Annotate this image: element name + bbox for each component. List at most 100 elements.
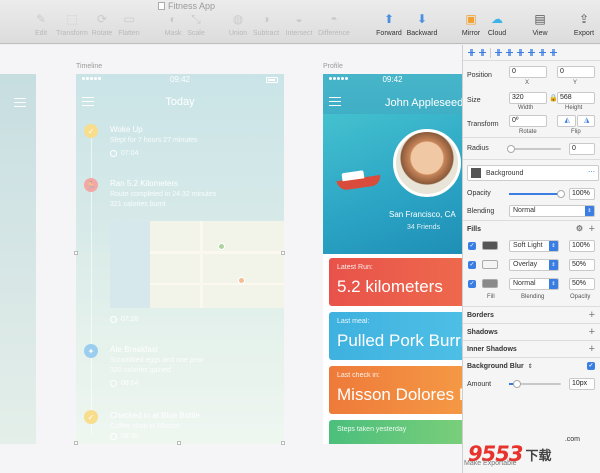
add-inner-shadow-icon[interactable]: + bbox=[589, 344, 595, 355]
toolbar-flatten-button[interactable]: ▭ Flatten bbox=[109, 12, 149, 37]
canvas[interactable]: Timeline 09:42 Today ✓ Woke Up Slept for… bbox=[0, 45, 462, 473]
make-exportable-label[interactable]: Make Exportable bbox=[464, 460, 517, 467]
stat-card-run[interactable]: Latest Run: 5.2 kilometers bbox=[329, 258, 462, 306]
selection-handle[interactable] bbox=[281, 441, 285, 445]
toolbar-button-label: Intersect bbox=[285, 30, 313, 37]
toolbar-backward-button[interactable]: ⬇ Backward bbox=[402, 12, 442, 37]
add-border-icon[interactable]: + bbox=[589, 310, 595, 321]
toolbar-scale-button[interactable]: ⤡ Scale bbox=[176, 12, 216, 38]
fill-opacity-field[interactable]: 100% bbox=[569, 240, 595, 252]
position-x-field[interactable]: 0 bbox=[509, 66, 547, 78]
distribute-vertical-icon[interactable] bbox=[478, 48, 487, 57]
blending-value: Normal bbox=[513, 207, 536, 214]
align-top-icon[interactable] bbox=[527, 48, 536, 57]
opacity-col-label: Opacity bbox=[570, 294, 591, 300]
align-middle-icon[interactable] bbox=[538, 48, 547, 57]
slider-knob[interactable] bbox=[557, 190, 565, 198]
toolbar-view-button[interactable]: ▤ View bbox=[520, 12, 560, 37]
inner-shadows-section-header[interactable]: Inner Shadows + bbox=[463, 340, 600, 357]
shared-style-select[interactable]: Background ⋯ bbox=[467, 165, 599, 181]
fill-enabled-checkbox[interactable]: ✓ bbox=[468, 280, 476, 288]
fills-section-header[interactable]: Fills ⚙ + bbox=[463, 220, 600, 237]
toolbar-button-label: Edit bbox=[34, 30, 48, 37]
rotate-sublabel: Rotate bbox=[519, 129, 537, 135]
background-blur-checkbox[interactable]: ✓ bbox=[587, 362, 595, 370]
blur-amount-field[interactable]: 10px bbox=[569, 378, 595, 390]
height-field[interactable]: 568 bbox=[557, 92, 595, 104]
union-icon: ◍ bbox=[232, 12, 244, 26]
chevron-updown-icon: ⇕ bbox=[549, 241, 558, 251]
fill-blend-select[interactable]: Normal ⇕ bbox=[509, 278, 559, 290]
fill-blend-select[interactable]: Overlay ⇕ bbox=[509, 259, 559, 271]
toolbar-cloud-button[interactable]: ☁ Cloud bbox=[477, 12, 517, 37]
inspector-panel: Position 0 0 X Y Size 320 🔒 568 Width He… bbox=[462, 45, 600, 473]
blending-label: Blending bbox=[467, 207, 495, 215]
chevron-updown-icon: ⇕ bbox=[549, 279, 558, 289]
blending-select[interactable]: Normal ⇕ bbox=[509, 205, 595, 217]
radius-field[interactable]: 0 bbox=[569, 143, 595, 155]
toolbar: Fitness App ✎ Edit ⬚ Transform ⟳ Rotate ▭ Flatt… bbox=[0, 0, 600, 44]
fills-column-labels: Fill Blending Opacity bbox=[463, 294, 600, 306]
document-icon bbox=[158, 2, 165, 10]
add-shadow-icon[interactable]: + bbox=[589, 327, 595, 338]
add-fill-icon[interactable]: + bbox=[589, 224, 595, 235]
position-y-field[interactable]: 0 bbox=[557, 66, 595, 78]
blur-amount-slider[interactable] bbox=[509, 380, 561, 388]
flip-vertical-icon[interactable]: ◮ bbox=[576, 115, 595, 127]
artboard-profile[interactable]: 09:42 John Appleseed San Francisco, CA 3… bbox=[323, 74, 462, 444]
style-menu-icon[interactable]: ⋯ bbox=[588, 168, 595, 176]
flip-horizontal-icon[interactable]: ◭ bbox=[557, 115, 576, 127]
fill-color-swatch[interactable] bbox=[482, 241, 498, 250]
slider-knob[interactable] bbox=[507, 145, 515, 153]
shadows-section-header[interactable]: Shadows + bbox=[463, 323, 600, 340]
selection-handle[interactable] bbox=[177, 441, 181, 445]
stat-card-meal[interactable]: Last meal: Pulled Pork Burrito bbox=[329, 312, 462, 360]
selection-handle[interactable] bbox=[74, 251, 78, 255]
blur-amount-row: Amount 10px bbox=[463, 374, 600, 394]
align-center-icon[interactable] bbox=[505, 48, 514, 57]
opacity-slider[interactable] bbox=[509, 190, 565, 198]
fill-enabled-checkbox[interactable]: ✓ bbox=[468, 261, 476, 269]
distribute-horizontal-icon[interactable] bbox=[467, 48, 476, 57]
rotate-field[interactable]: 0º bbox=[509, 115, 547, 127]
avatar[interactable] bbox=[393, 129, 461, 197]
shadows-label: Shadows bbox=[467, 328, 498, 336]
fill-color-swatch[interactable] bbox=[482, 279, 498, 288]
align-right-icon[interactable] bbox=[516, 48, 525, 57]
toolbar-intersect-button[interactable]: ◒ Intersect bbox=[279, 12, 319, 37]
size-row: Size 320 🔒 568 Width Height bbox=[463, 89, 600, 111]
window-title-text: Fitness App bbox=[168, 1, 216, 11]
radius-slider[interactable] bbox=[507, 145, 561, 153]
selection-handle[interactable] bbox=[281, 251, 285, 255]
artboard-timeline[interactable]: 09:42 Today ✓ Woke Up Slept for 7 hours … bbox=[76, 74, 284, 444]
stat-card-checkin[interactable]: Last check in: Misson Dolores Park bbox=[329, 366, 462, 414]
fill-blend-value: Soft Light bbox=[513, 242, 543, 249]
profile-friends[interactable]: 34 Friends bbox=[407, 224, 440, 231]
toolbar-difference-button[interactable]: ◓ Difference bbox=[314, 12, 354, 37]
menu-icon[interactable] bbox=[329, 97, 341, 106]
watermark-logo: Make Exportable 9553 下载 .com bbox=[464, 436, 598, 472]
borders-section-header[interactable]: Borders + bbox=[463, 306, 600, 323]
chevron-updown-icon[interactable]: ⇕ bbox=[528, 363, 533, 370]
background-blur-section-header[interactable]: Background Blur ⇕ ✓ bbox=[463, 357, 600, 374]
slider-knob[interactable] bbox=[513, 380, 521, 388]
fill-opacity-field[interactable]: 50% bbox=[569, 278, 595, 290]
align-bottom-icon[interactable] bbox=[549, 48, 558, 57]
selection-handle[interactable] bbox=[74, 441, 78, 445]
opacity-field[interactable]: 100% bbox=[569, 188, 595, 200]
artboard-label-timeline[interactable]: Timeline bbox=[76, 63, 102, 70]
fill-opacity-field[interactable]: 50% bbox=[569, 259, 595, 271]
fill-blend-value: Overlay bbox=[513, 261, 538, 268]
stat-card-steps[interactable]: Steps taken yesterday bbox=[329, 420, 462, 444]
width-field[interactable]: 320 bbox=[509, 92, 547, 104]
gear-icon[interactable]: ⚙ bbox=[576, 224, 583, 233]
toolbar-export-button[interactable]: ⇪ Export bbox=[564, 12, 600, 37]
toolbar-button-label: View bbox=[532, 30, 548, 37]
toolbar-button-label: Cloud bbox=[487, 30, 507, 37]
artboard-label-profile[interactable]: Profile bbox=[323, 63, 343, 70]
fill-enabled-checkbox[interactable]: ✓ bbox=[468, 242, 476, 250]
fill-blend-select[interactable]: Soft Light ⇕ bbox=[509, 240, 559, 252]
fill-color-swatch[interactable] bbox=[482, 260, 498, 269]
align-left-icon[interactable] bbox=[494, 48, 503, 57]
artboard-partial[interactable] bbox=[0, 74, 36, 444]
